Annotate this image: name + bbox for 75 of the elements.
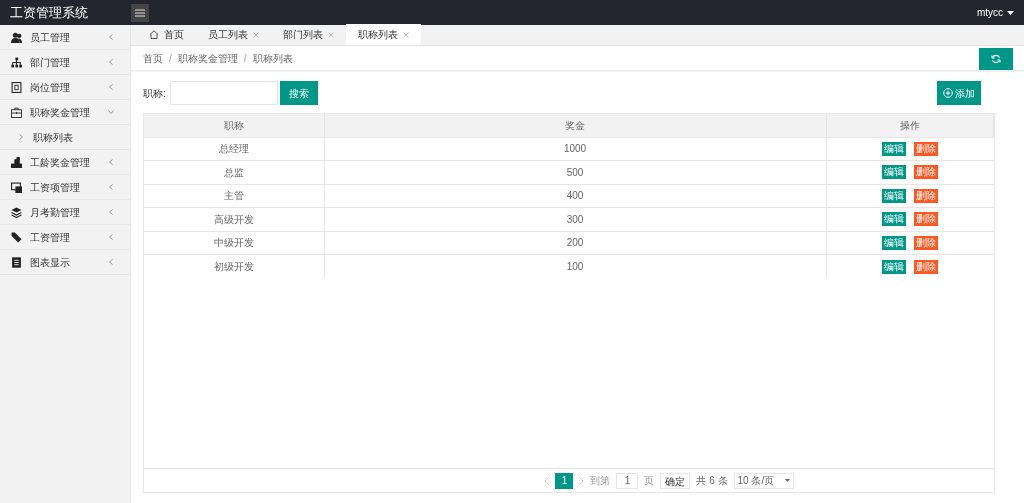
sidebar-item[interactable]: 岗位管理 [0, 75, 130, 100]
breadcrumb-separator: / [169, 51, 172, 66]
breadcrumb-link[interactable]: 职称奖金管理 [177, 50, 238, 66]
table-cell: 中级开发 [144, 231, 324, 255]
home-icon [149, 30, 159, 39]
breadcrumb-link[interactable]: 首页 [143, 50, 163, 66]
sidebar-item[interactable]: 工资项管理 [0, 175, 130, 200]
page-number-field[interactable]: 1 [616, 472, 639, 489]
layers-icon [11, 206, 22, 218]
tag-icon [11, 231, 22, 243]
total-count: 共 6 条 [696, 474, 728, 488]
badge-icon [11, 81, 22, 93]
search-button[interactable]: 搜索 [279, 81, 318, 105]
table-cell: 500 [324, 160, 826, 184]
edit-button[interactable]: 编辑 [882, 141, 906, 156]
close-icon[interactable] [403, 31, 409, 38]
column-header: 职称 [144, 114, 324, 137]
edit-button[interactable]: 编辑 [882, 165, 906, 180]
edit-button[interactable]: 编辑 [882, 188, 906, 203]
users-icon [11, 31, 22, 43]
edit-button[interactable]: 编辑 [882, 235, 906, 250]
caret-icon[interactable] [1007, 10, 1014, 15]
app-title: 工资管理系统 [9, 3, 89, 22]
table-cell: 初级开发 [144, 254, 324, 278]
table-cell: 400 [324, 184, 826, 208]
menu-icon[interactable] [131, 3, 149, 22]
breadcrumb-link[interactable]: 职称列表 [252, 50, 293, 66]
page-size-select[interactable]: 10 条/页 [733, 472, 794, 489]
add-button[interactable]: 添加 [937, 81, 981, 105]
title-search-field[interactable] [169, 81, 278, 105]
plus-circle-icon [943, 88, 953, 98]
tab[interactable]: 首页 [137, 24, 196, 45]
tab[interactable]: 部门列表 [271, 24, 346, 45]
tab[interactable]: 员工列表 [196, 24, 271, 45]
book-icon [11, 256, 22, 268]
caret-icon [784, 479, 790, 482]
next-page-icon[interactable] [579, 476, 585, 485]
page-unit-label: 页 [644, 474, 655, 488]
table-cell: 1000 [324, 137, 826, 161]
sitemap-icon [11, 56, 22, 68]
sidebar-item[interactable]: 员工管理 [0, 25, 130, 50]
table-cell: 总监 [144, 160, 324, 184]
sidebar-item[interactable]: 职称奖金管理 [0, 100, 130, 125]
sidebar-subitem[interactable]: 职称列表 [33, 129, 73, 145]
breadcrumb-separator: / [243, 51, 247, 66]
sidebar-item[interactable]: 月考勤管理 [0, 200, 130, 225]
chevron-right-icon [19, 134, 23, 140]
table-cell: 总经理 [144, 137, 324, 161]
close-icon[interactable] [328, 31, 334, 38]
column-header: 操作 [826, 114, 994, 137]
prev-page-icon[interactable] [544, 476, 550, 485]
goto-label: 到第 [590, 474, 611, 488]
column-header: 奖金 [324, 114, 826, 137]
sidebar-item[interactable]: 工龄奖金管理 [0, 150, 130, 175]
screens-icon [11, 181, 22, 193]
table-cell: 高级开发 [144, 207, 324, 231]
building-icon [11, 156, 22, 168]
sidebar-item[interactable]: 工资管理 [0, 225, 130, 250]
briefcase-icon [11, 106, 22, 118]
close-icon[interactable] [253, 31, 259, 38]
sidebar-item[interactable]: 部门管理 [0, 50, 130, 75]
table-cell: 300 [324, 207, 826, 231]
table-cell: 100 [324, 254, 826, 278]
search-label: 职称: [143, 86, 166, 101]
confirm-button[interactable]: 确定 [660, 472, 691, 489]
user-name[interactable]: mtycc [976, 5, 1003, 20]
edit-button[interactable]: 编辑 [882, 259, 906, 274]
page-button[interactable]: 1 [555, 472, 574, 489]
table-cell: 主管 [144, 184, 324, 208]
table-cell: 200 [324, 231, 826, 255]
tab[interactable]: 职称列表 [346, 24, 421, 45]
edit-button[interactable]: 编辑 [882, 212, 906, 227]
refresh-button[interactable] [979, 48, 1013, 70]
sidebar-item[interactable]: 图表显示 [0, 250, 130, 275]
refresh-icon [991, 54, 1001, 64]
